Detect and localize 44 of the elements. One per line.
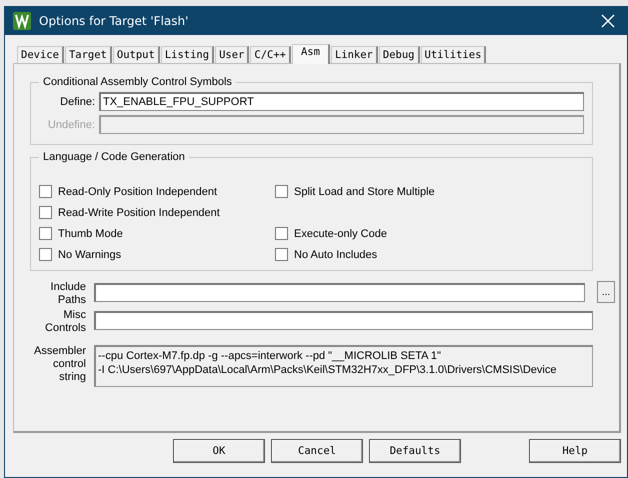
field-label: Undefine:: [46, 118, 95, 130]
field-label: Define:: [59, 96, 95, 108]
tab[interactable]: C/C++: [250, 46, 291, 63]
close-icon[interactable]: [601, 14, 615, 28]
checkbox-option[interactable]: Read-Write Position Independent: [39, 206, 275, 219]
tab[interactable]: Linker: [330, 46, 378, 63]
checkbox[interactable]: [39, 227, 52, 240]
text-field[interactable]: [94, 283, 585, 302]
app-logo-icon: [13, 12, 31, 30]
tab[interactable]: Utilities: [420, 46, 486, 63]
text-field[interactable]: [94, 311, 593, 330]
tab[interactable]: Asm: [292, 44, 330, 64]
field-label: Assembler control string: [33, 345, 86, 384]
checkbox[interactable]: [39, 185, 52, 198]
group-title: Language / Code Generation: [42, 151, 186, 163]
checkbox[interactable]: [39, 206, 52, 219]
window-title: Options for Target 'Flash': [39, 14, 190, 28]
field-label: Include Paths: [50, 281, 86, 307]
tab[interactable]: Device: [17, 46, 64, 63]
group-title: Conditional Assembly Control Symbols: [42, 76, 233, 88]
tab[interactable]: Target: [64, 46, 112, 63]
tab[interactable]: Output: [112, 46, 160, 63]
dialog-button[interactable]: Cancel: [271, 439, 363, 463]
tab[interactable]: User: [215, 46, 250, 63]
tab[interactable]: Listing: [160, 46, 214, 63]
checkbox-option[interactable]: No Auto Includes: [275, 248, 584, 261]
text-line: -I C:\Users\697\AppData\Local\Arm\Packs\Keil\STM32H7xx_DFP\3.1.0\Drivers\CMSIS\Device: [98, 363, 558, 377]
checkbox[interactable]: [39, 248, 52, 261]
dialog-button[interactable]: Help: [529, 439, 621, 463]
checkbox[interactable]: [275, 185, 288, 198]
checkbox-option[interactable]: Thumb Mode: [39, 227, 275, 240]
checkbox-option[interactable]: Split Load and Store Multiple: [275, 185, 584, 198]
field-label: Misc Controls: [44, 309, 86, 335]
checkbox-option[interactable]: Read-Only Position Independent: [39, 185, 275, 198]
text-line: --cpu Cortex-M7.fp.dp -g --apcs=interwork --pd "__MICROLIB SETA 1": [98, 349, 442, 363]
dialog-button[interactable]: OK: [173, 439, 265, 463]
checkbox-option[interactable]: No Warnings: [39, 248, 275, 261]
browse-button[interactable]: ...: [597, 281, 615, 303]
checkbox[interactable]: [275, 248, 288, 261]
dialog-button[interactable]: Defaults: [369, 439, 461, 463]
text-field[interactable]: TX_ENABLE_FPU_SUPPORT: [99, 92, 584, 111]
tab[interactable]: Debug: [378, 46, 420, 63]
checkbox[interactable]: [275, 227, 288, 240]
checkbox-option[interactable]: Execute-only Code: [275, 227, 584, 240]
